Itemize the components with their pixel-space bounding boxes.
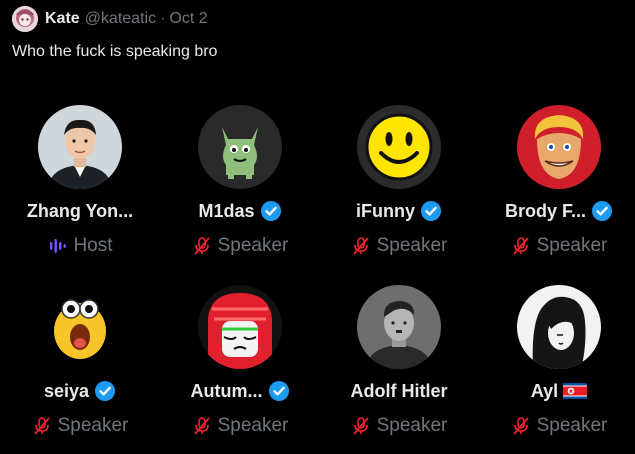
participant-avatar[interactable] — [38, 105, 122, 189]
participant-avatar[interactable] — [357, 285, 441, 369]
participant-role: Speaker — [217, 415, 289, 436]
participant-role: Host — [73, 235, 113, 256]
participant-name: Zhang Yon... — [26, 200, 134, 221]
participant-avatar[interactable] — [517, 285, 601, 369]
mic-off-icon — [352, 417, 369, 435]
participant-card[interactable]: Brody F... Speaker — [479, 105, 635, 265]
participant-avatar[interactable] — [357, 105, 441, 189]
participant-name: iFunny — [356, 200, 415, 221]
participant-name: seiya — [43, 380, 90, 401]
host-bars-icon — [50, 239, 67, 253]
participant-avatar[interactable] — [198, 105, 282, 189]
participant-name: Ayl — [530, 380, 559, 401]
participant-card[interactable]: Adolf Hitler Speaker — [319, 285, 479, 445]
mic-off-icon — [512, 417, 529, 435]
verified-badge-icon — [421, 201, 441, 221]
participant-name: Adolf Hitler — [350, 380, 448, 401]
participant-avatar[interactable] — [517, 105, 601, 189]
space-participants-grid: Zhang Yon... Host M1das Speaker iFunny S… — [0, 0, 635, 454]
participant-role: Speaker — [217, 235, 289, 256]
participant-role: Speaker — [376, 415, 448, 436]
mic-off-icon — [512, 237, 529, 255]
verified-badge-icon — [592, 201, 612, 221]
participant-name: M1das — [198, 200, 255, 221]
participant-card[interactable]: M1das Speaker — [160, 105, 320, 265]
participant-card[interactable]: seiya Speaker — [0, 285, 160, 445]
participant-name: Autum... — [190, 380, 263, 401]
participant-card[interactable]: iFunny Speaker — [319, 105, 479, 265]
participant-role: Speaker — [536, 415, 608, 436]
participant-card[interactable]: Autum... Speaker — [160, 285, 320, 445]
mic-off-icon — [33, 417, 50, 435]
verified-badge-icon — [260, 201, 281, 221]
participant-role: Speaker — [57, 415, 129, 436]
north-korea-flag-icon — [563, 383, 588, 399]
participant-role: Speaker — [376, 235, 448, 256]
mic-off-icon — [352, 237, 369, 255]
mic-off-icon — [193, 237, 210, 255]
verified-badge-icon — [268, 381, 289, 401]
participant-card[interactable]: Zhang Yon... Host — [0, 105, 160, 265]
participant-name: Brody F... — [504, 200, 586, 221]
participant-card[interactable]: Ayl Speaker — [479, 285, 635, 445]
participant-avatar[interactable] — [198, 285, 282, 369]
mic-off-icon — [193, 417, 210, 435]
participant-role: Speaker — [536, 235, 608, 256]
participant-avatar[interactable] — [38, 285, 122, 369]
verified-badge-icon — [95, 381, 116, 401]
